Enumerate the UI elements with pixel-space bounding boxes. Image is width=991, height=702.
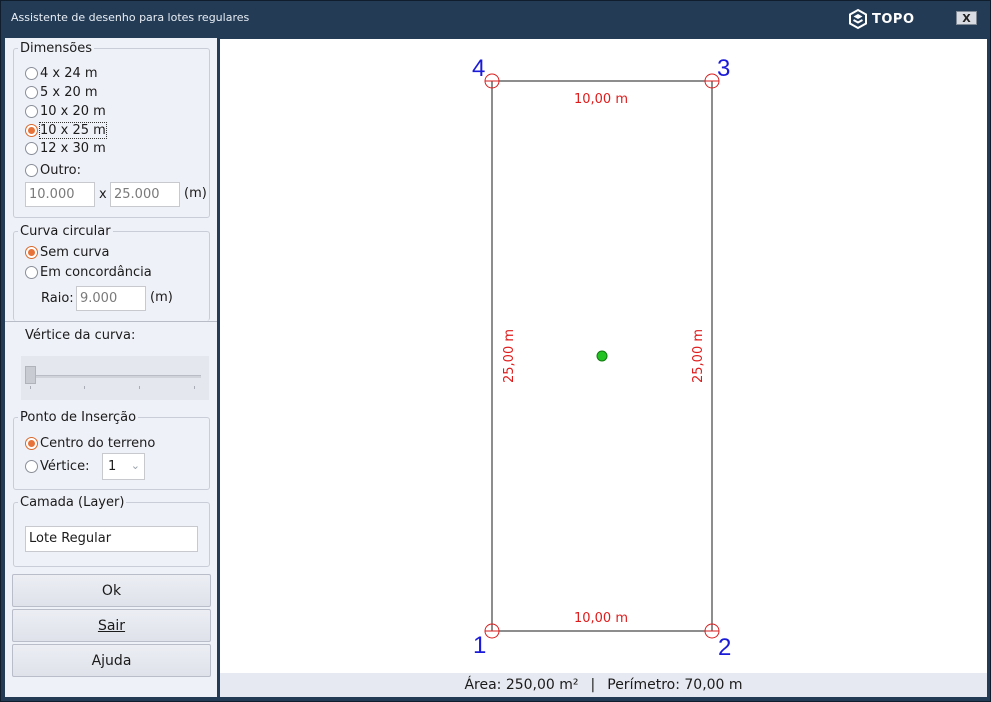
slider-tick <box>139 386 140 389</box>
center-option[interactable]: Centro do terreno <box>25 435 155 451</box>
dimension-option-label: 4 x 24 m <box>40 65 98 81</box>
dimension-option-4x24[interactable]: 4 x 24 m <box>25 65 98 81</box>
dimension-option-label: 10 x 25 m <box>39 121 107 139</box>
slider-tick <box>194 386 195 389</box>
help-button[interactable]: Ajuda <box>12 644 211 677</box>
vertex-select-value: 1 <box>108 459 117 474</box>
topo-logo-text: TOPO <box>872 11 915 27</box>
curve-vertex-slider[interactable] <box>21 356 209 400</box>
vertex-select[interactable]: 1 ⌄ <box>102 453 145 480</box>
drawing-canvas[interactable]: 1 2 3 4 10,00 m 10,00 m 25,00 m 25,00 m <box>220 39 987 673</box>
insertion-legend: Ponto de Inserção <box>20 410 137 425</box>
exit-button[interactable]: Sair <box>12 609 211 642</box>
concordance-label: Em concordância <box>40 264 152 280</box>
bottom-dimension-label: 10,00 m <box>574 611 628 626</box>
curve-vertex-label: Vértice da curva: <box>25 328 136 343</box>
close-icon: X <box>962 11 971 25</box>
dimension-option-5x20[interactable]: 5 x 20 m <box>25 84 98 100</box>
perimeter-readout: Perímetro: 70,00 m <box>607 677 743 693</box>
vertex-3-label: 3 <box>717 55 730 82</box>
radio-selected-icon[interactable] <box>25 245 38 259</box>
chevron-down-icon: ⌄ <box>130 459 140 472</box>
radio-icon[interactable] <box>25 104 38 118</box>
left-dimension-label: 25,00 m <box>502 329 517 383</box>
slider-tick <box>84 386 85 389</box>
dimension-option-label: 12 x 30 m <box>40 140 106 156</box>
width-input[interactable]: 10.000 <box>25 182 95 207</box>
vertex-option[interactable]: Vértice: <box>25 458 89 474</box>
right-dimension-label: 25,00 m <box>691 329 706 383</box>
topo-logo: TOPO <box>847 8 915 30</box>
vertex-1-label: 1 <box>473 632 486 659</box>
dialog-window: Assistente de desenho para lotes regular… <box>0 0 991 702</box>
dimensions-legend: Dimensões <box>20 41 93 56</box>
layer-legend: Camada (Layer) <box>20 495 125 510</box>
window-title: Assistente de desenho para lotes regular… <box>11 11 250 24</box>
times-label: x <box>99 187 107 202</box>
panel-divider <box>5 321 217 322</box>
dimension-option-label: 5 x 20 m <box>40 84 98 100</box>
slider-track <box>29 375 201 378</box>
radio-icon[interactable] <box>25 163 38 177</box>
radio-icon[interactable] <box>25 265 38 279</box>
top-dimension-label: 10,00 m <box>574 92 628 107</box>
status-bar: Área: 250,00 m² | Perímetro: 70,00 m <box>220 673 987 697</box>
status-separator: | <box>590 677 596 693</box>
dimension-option-label: 10 x 20 m <box>40 103 106 119</box>
dimension-option-label: Outro: <box>40 162 81 178</box>
center-label: Centro do terreno <box>40 435 156 451</box>
vertex-2-label: 2 <box>718 634 731 661</box>
radio-icon[interactable] <box>25 85 38 99</box>
radio-selected-icon[interactable] <box>25 436 38 450</box>
no-curve-label: Sem curva <box>40 244 110 260</box>
length-input[interactable]: 25.000 <box>110 182 180 207</box>
layer-input[interactable]: Lote Regular <box>25 526 198 552</box>
dimension-option-10x25[interactable]: 10 x 25 m <box>25 121 107 139</box>
dimension-option-other[interactable]: Outro: <box>25 162 81 178</box>
vertex-label: Vértice: <box>40 458 90 474</box>
ok-button[interactable]: Ok <box>12 574 211 607</box>
radio-icon[interactable] <box>25 66 38 80</box>
radius-label: Raio: <box>41 291 74 306</box>
concordance-option[interactable]: Em concordância <box>25 264 152 280</box>
no-curve-option[interactable]: Sem curva <box>25 244 109 260</box>
center-point-icon <box>596 350 608 362</box>
radius-input[interactable]: 9.000 <box>76 286 146 311</box>
dimension-option-12x30[interactable]: 12 x 30 m <box>25 140 106 156</box>
topo-logo-icon <box>849 8 867 30</box>
slider-tick <box>30 386 31 389</box>
dimensions-unit-label: (m) <box>184 186 207 201</box>
dimension-option-10x20[interactable]: 10 x 20 m <box>25 103 106 119</box>
radio-selected-icon[interactable] <box>25 123 38 137</box>
title-bar[interactable]: Assistente de desenho para lotes regular… <box>1 1 990 35</box>
options-panel: Dimensões 4 x 24 m 5 x 20 m 10 x 20 m 10… <box>5 38 217 697</box>
radius-unit-label: (m) <box>150 290 173 305</box>
vertex-4-label: 4 <box>472 55 485 82</box>
lot-drawing: 1 2 3 4 10,00 m 10,00 m 25,00 m 25,00 m <box>472 55 731 661</box>
curve-legend: Curva circular <box>20 224 111 239</box>
close-button[interactable]: X <box>956 11 977 25</box>
radio-icon[interactable] <box>25 459 38 473</box>
radio-icon[interactable] <box>25 141 38 155</box>
area-readout: Área: 250,00 m² <box>464 677 579 693</box>
slider-thumb[interactable] <box>25 366 36 384</box>
exit-button-label: Sair <box>97 617 126 634</box>
